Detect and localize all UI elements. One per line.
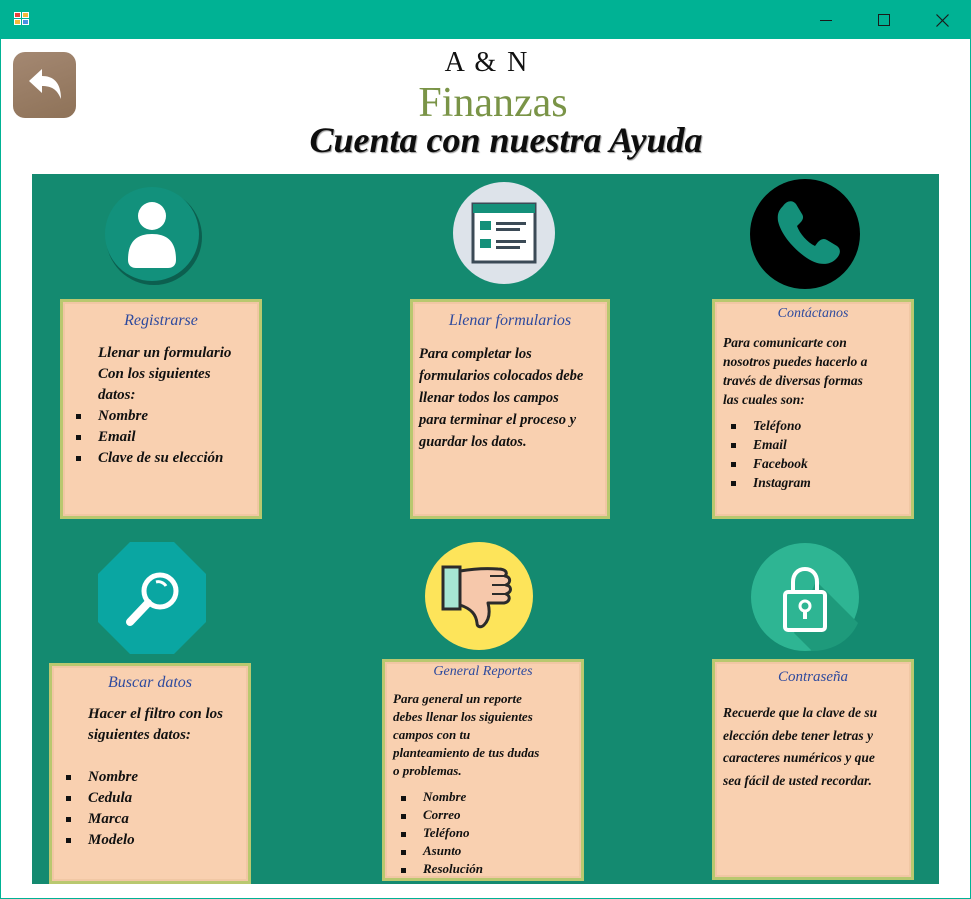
list-item: Cedula xyxy=(66,788,138,809)
card-contact: Contáctanos Para comunicarte con nosotro… xyxy=(712,299,914,519)
minimize-button[interactable] xyxy=(797,1,855,39)
list-item: Teléfono xyxy=(401,824,483,842)
list-item: Instagram xyxy=(731,475,811,490)
card-text: Recuerde que la clave de su elección deb… xyxy=(723,705,878,788)
help-panel: Registrarse Llenar un formulario Con los… xyxy=(32,174,939,884)
card-reports: General Reportes Para general un reporte… xyxy=(382,659,584,881)
list-item: Resolución xyxy=(401,861,483,876)
brand-initials: A & N xyxy=(444,47,530,78)
card-password: Contraseña Recuerde que la clave de su e… xyxy=(712,659,914,880)
list-item: Modelo xyxy=(66,830,138,851)
card-text: Para general un reporte debes llenar los… xyxy=(393,691,540,778)
thumbs-down-icon xyxy=(425,542,533,650)
card-title: Llenar formularios xyxy=(448,312,572,329)
list-item: Asunto xyxy=(401,842,483,860)
title-bar xyxy=(1,1,971,39)
maximize-button[interactable] xyxy=(855,1,913,39)
card-title: Contáctanos xyxy=(777,306,849,321)
list-item: Marca xyxy=(66,809,138,830)
card-register: Registrarse Llenar un formulario Con los… xyxy=(60,299,262,519)
card-list: Nombre Email Clave de su elección xyxy=(75,406,223,469)
list-item: Email xyxy=(731,435,811,454)
minimize-icon xyxy=(820,20,832,21)
card-text: Para comunicarte con nosotros puedes hac… xyxy=(723,335,868,407)
card-title: Registrarse xyxy=(124,312,198,329)
card-forms: Llenar formularios Para completar los fo… xyxy=(410,299,610,519)
list-item: Teléfono xyxy=(731,416,811,435)
close-button[interactable] xyxy=(913,1,971,39)
list-item: Email xyxy=(75,427,223,448)
close-icon xyxy=(935,13,949,27)
list-item: Nombre xyxy=(66,767,138,788)
card-list: Nombre Correo Teléfono Asunto Resolución xyxy=(401,788,483,878)
card-text: Para completar los formularios colocados… xyxy=(419,346,584,450)
card-search: Buscar datos Hacer el filtro con los sig… xyxy=(49,663,251,884)
list-item: Nombre xyxy=(401,788,483,806)
back-arrow-icon xyxy=(28,69,61,99)
list-item: Correo xyxy=(401,806,483,824)
card-text: Llenar un formulario Con los siguientes … xyxy=(98,345,232,403)
maximize-icon xyxy=(878,14,890,26)
card-text: Hacer el filtro con los siguientes datos… xyxy=(88,706,223,743)
card-title: General Reportes xyxy=(433,664,533,679)
back-button[interactable] xyxy=(13,52,76,118)
form-icon xyxy=(453,182,555,284)
list-item: Nombre xyxy=(75,406,223,427)
card-title: Buscar datos xyxy=(108,674,192,691)
user-icon xyxy=(105,187,202,285)
card-list: Teléfono Email Facebook Instagram xyxy=(731,416,811,492)
phone-icon xyxy=(750,179,860,289)
list-item: Clave de su elección xyxy=(75,448,223,469)
app-icon[interactable] xyxy=(14,12,31,27)
search-icon xyxy=(98,542,206,654)
lock-icon xyxy=(751,543,859,651)
card-title: Contraseña xyxy=(777,669,848,685)
card-list: Nombre Cedula Marca Modelo xyxy=(66,767,138,851)
app-window: A & N Finanzas Cuenta con nuestra Ayuda xyxy=(0,0,971,899)
page-subtitle: Cuenta con nuestra Ayuda xyxy=(309,120,703,160)
list-item: Facebook xyxy=(731,454,811,473)
